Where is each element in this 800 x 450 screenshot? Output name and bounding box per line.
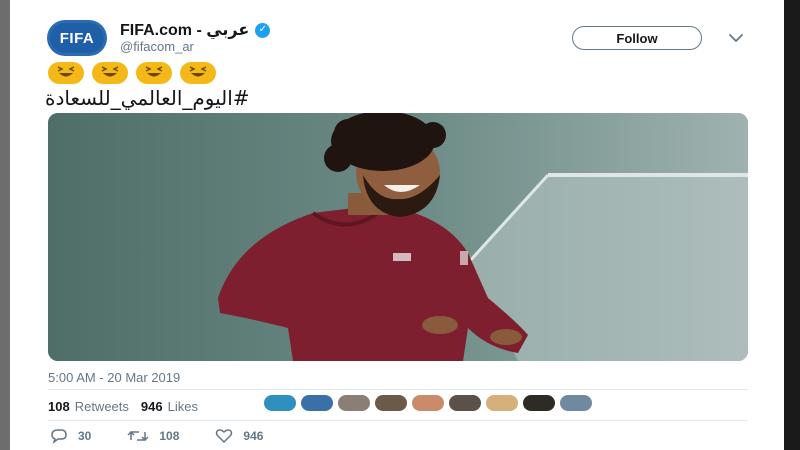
liker-avatar[interactable] — [264, 395, 296, 411]
liker-avatar[interactable] — [412, 395, 444, 411]
retweets-label[interactable]: Retweets — [75, 399, 129, 414]
likes-label[interactable]: Likes — [168, 399, 198, 414]
window-edge-left — [0, 0, 10, 450]
grinning-squinting-face-icon — [136, 62, 172, 84]
avatar-logo: FIFA — [50, 23, 104, 53]
avatar[interactable]: FIFA — [47, 20, 107, 56]
tweet-card: FIFA FIFA.com - عربي ✓ @fifacom_ar Follo… — [10, 0, 784, 450]
chevron-down-icon[interactable] — [726, 28, 746, 48]
player-photo-illustration — [48, 113, 748, 361]
liker-avatar[interactable] — [560, 395, 592, 411]
likes-count[interactable]: 946 — [141, 399, 163, 414]
divider — [48, 389, 748, 390]
liker-avatars — [264, 395, 592, 411]
liker-avatar[interactable] — [338, 395, 370, 411]
liker-avatar[interactable] — [523, 395, 555, 411]
tweet-actions: 30 108 946 — [50, 428, 299, 444]
retweet-button[interactable]: 108 — [127, 428, 179, 444]
engagement-stats: 108 Retweets 946 Likes — [48, 399, 210, 414]
window-edge-right — [784, 0, 800, 450]
display-name[interactable]: FIFA.com - عربي — [120, 20, 249, 40]
grinning-squinting-face-icon — [48, 62, 84, 84]
grinning-squinting-face-icon — [180, 62, 216, 84]
heart-icon — [216, 429, 233, 444]
liker-avatar[interactable] — [301, 395, 333, 411]
liker-avatar[interactable] — [375, 395, 407, 411]
like-button[interactable]: 946 — [215, 428, 263, 444]
follow-button[interactable]: Follow — [572, 26, 702, 50]
liker-avatar[interactable] — [486, 395, 518, 411]
liker-avatar[interactable] — [449, 395, 481, 411]
tweet-timestamp[interactable]: 5:00 AM - 20 Mar 2019 — [48, 370, 180, 385]
author-handle[interactable]: @fifacom_ar — [120, 39, 194, 54]
reply-icon — [51, 429, 67, 444]
reply-count: 30 — [78, 429, 92, 443]
divider — [48, 420, 748, 421]
retweets-count[interactable]: 108 — [48, 399, 70, 414]
emoji-row — [48, 62, 216, 84]
tweet-photo[interactable] — [48, 113, 748, 361]
author-name-row[interactable]: FIFA.com - عربي ✓ — [120, 20, 271, 40]
reply-button[interactable]: 30 — [50, 428, 91, 444]
tweet-text-hashtag[interactable]: #اليوم_العالمي_للسعادة — [45, 86, 250, 110]
grinning-squinting-face-icon — [92, 62, 128, 84]
retweet-icon — [127, 430, 149, 442]
retweet-count: 108 — [159, 429, 180, 443]
like-count: 946 — [243, 429, 264, 443]
verified-badge-icon: ✓ — [255, 22, 271, 38]
